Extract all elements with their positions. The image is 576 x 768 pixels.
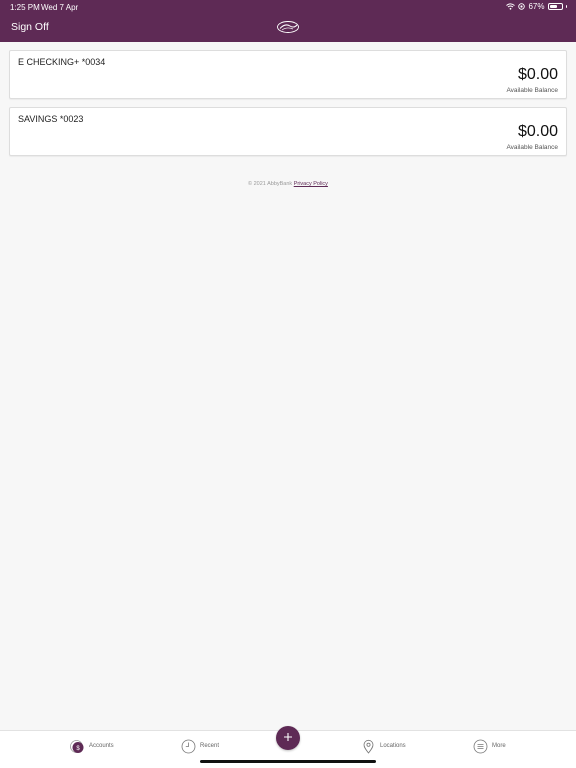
- sign-off-button[interactable]: Sign Off: [11, 21, 49, 33]
- footer: © 2021 AbbyBank Privacy Policy: [0, 181, 576, 187]
- wifi-icon: [506, 3, 516, 10]
- tab-label: Locations: [380, 743, 406, 749]
- account-balance: $0.00: [517, 66, 558, 83]
- status-time: 1:25 PM: [10, 3, 40, 12]
- app-header: 1:25 PM Wed 7 Apr 67% Sign Off: [0, 0, 576, 42]
- tab-label: More: [492, 743, 506, 749]
- tab-more[interactable]: More: [473, 731, 506, 761]
- tab-label: Recent: [200, 743, 220, 749]
- battery-percent: 67%: [528, 2, 545, 11]
- balance-label: Available Balance: [506, 144, 558, 151]
- status-bar: 1:25 PM Wed 7 Apr 67%: [0, 0, 576, 14]
- battery-icon: [547, 3, 563, 10]
- menu-lines-icon: [473, 739, 488, 754]
- tab-label: Accounts: [89, 743, 114, 749]
- battery-fill: [549, 5, 557, 8]
- clock-icon: [181, 739, 196, 754]
- status-indicators: 67%: [506, 2, 567, 11]
- dollar-circle-icon: $: [70, 739, 85, 754]
- home-indicator[interactable]: [200, 760, 376, 763]
- account-name: E CHECKING+ *0034: [18, 57, 106, 67]
- status-date: Wed 7 Apr: [41, 3, 79, 12]
- bank-logo-icon: [276, 20, 300, 34]
- account-card-checking[interactable]: E CHECKING+ *0034 $0.00 Available Balanc…: [9, 50, 567, 99]
- tab-recent[interactable]: Recent: [181, 731, 219, 761]
- copyright-text: © 2021 AbbyBank: [248, 181, 293, 187]
- account-balance: $0.00: [517, 123, 558, 140]
- account-card-savings[interactable]: SAVINGS *0023 $0.00 Available Balance: [9, 107, 567, 156]
- add-button[interactable]: [276, 726, 300, 750]
- privacy-policy-link[interactable]: Privacy Policy: [294, 181, 328, 187]
- tab-locations[interactable]: Locations: [361, 731, 406, 761]
- balance-label: Available Balance: [506, 87, 558, 94]
- location-lock-icon: [518, 3, 526, 10]
- map-pin-icon: [361, 739, 376, 754]
- account-name: SAVINGS *0023: [18, 114, 84, 124]
- battery-tip: [565, 5, 567, 8]
- plus-icon: [283, 729, 293, 747]
- tab-accounts[interactable]: $ Accounts: [70, 731, 114, 761]
